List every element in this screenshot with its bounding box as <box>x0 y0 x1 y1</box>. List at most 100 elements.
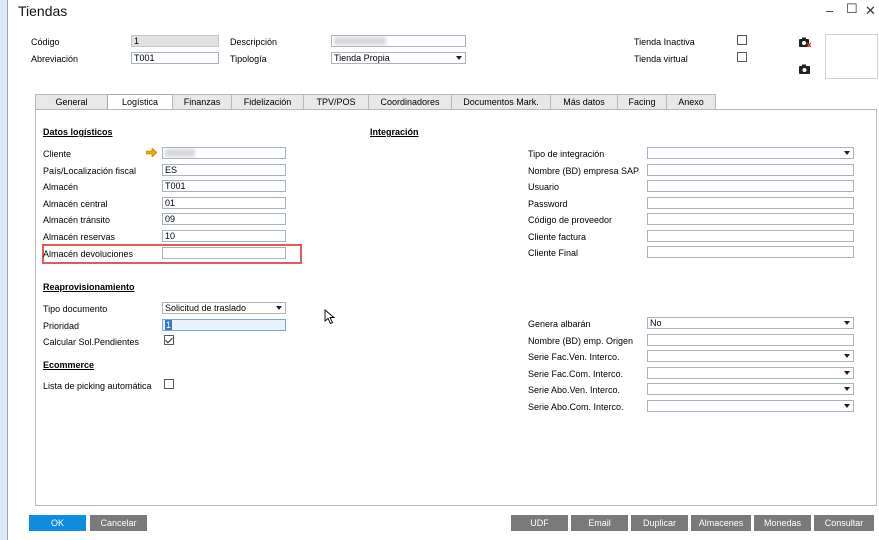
password-field[interactable] <box>647 197 854 209</box>
tiendas-window: Tiendas – ☐ ✕ Código 1 Abreviación T001 … <box>7 0 879 540</box>
tab-mas-datos[interactable]: Más datos <box>550 94 618 109</box>
close-icon[interactable]: ✕ <box>865 3 876 19</box>
serie-abo-ven-select[interactable] <box>647 383 854 395</box>
tipologia-label: Tipología <box>230 54 267 64</box>
serie-fac-com-label: Serie Fac.Com. Interco. <box>528 369 624 379</box>
tienda-virtual-label: Tienda virtual <box>634 54 688 64</box>
serie-fac-ven-label: Serie Fac.Ven. Interco. <box>528 352 620 362</box>
window-left-edge <box>0 0 7 540</box>
nombre-bd-field[interactable] <box>647 164 854 176</box>
almacen-transito-field[interactable]: 09 <box>162 213 286 225</box>
tab-finanzas[interactable]: Finanzas <box>172 94 232 109</box>
codigo-proveedor-label: Código de proveedor <box>528 215 613 225</box>
cliente-label: Cliente <box>43 149 72 159</box>
tab-fidelizacion[interactable]: Fidelización <box>231 94 304 109</box>
tipo-integracion-label: Tipo de integración <box>528 149 605 159</box>
tipo-integracion-select[interactable] <box>647 147 854 159</box>
tab-tpv-pos[interactable]: TPV/POS <box>303 94 369 109</box>
tab-general[interactable]: General <box>35 94 108 109</box>
tab-documentos-mark[interactable]: Documentos Mark. <box>451 94 551 109</box>
prioridad-field[interactable]: 1 <box>162 319 286 331</box>
monedas-button[interactable]: Monedas <box>754 515 811 531</box>
chevron-down-icon <box>456 56 462 60</box>
codigo-field[interactable]: 1 <box>131 35 219 47</box>
usuario-field[interactable] <box>647 180 854 192</box>
calcular-label: Calcular Sol.Pendientes <box>43 337 140 347</box>
camera-delete-icon[interactable] <box>799 37 811 47</box>
tipo-documento-select[interactable]: Solicitud de traslado <box>162 302 286 314</box>
tab-coordinadores[interactable]: Coordinadores <box>368 94 452 109</box>
section-datos-logisticos: Datos logísticos <box>43 127 113 137</box>
genera-albaran-select[interactable]: No <box>647 317 854 329</box>
tipo-documento-label: Tipo documento <box>43 304 108 314</box>
duplicar-button[interactable]: Duplicar <box>631 515 688 531</box>
almacen-transito-label: Almacén tránsito <box>43 215 111 225</box>
cliente-field[interactable] <box>162 147 286 159</box>
tab-facing[interactable]: Facing <box>617 94 667 109</box>
abreviacion-label: Abreviación <box>31 54 79 64</box>
calcular-checkbox[interactable] <box>164 335 174 345</box>
tienda-inactiva-label: Tienda Inactiva <box>634 37 695 47</box>
almacen-devoluciones-label: Almacén devoluciones <box>43 249 134 259</box>
almacen-reservas-field[interactable]: 10 <box>162 230 286 242</box>
tipo-documento-value: Solicitud de traslado <box>165 303 247 313</box>
almacen-central-label: Almacén central <box>43 199 108 209</box>
prioridad-value: 1 <box>165 320 173 330</box>
chevron-down-icon <box>844 404 850 408</box>
codigo-proveedor-field[interactable] <box>647 213 854 225</box>
section-integracion: Integración <box>370 127 419 137</box>
minimize-icon[interactable]: – <box>826 3 833 18</box>
nombre-emp-origen-label: Nombre (BD) emp. Origen <box>528 336 634 346</box>
store-photo <box>825 34 878 79</box>
nombre-emp-origen-field[interactable] <box>647 334 854 346</box>
serie-abo-com-select[interactable] <box>647 400 854 412</box>
abreviacion-field[interactable]: T001 <box>131 52 219 64</box>
section-reaprovisionamiento: Reaprovisionamiento <box>43 282 135 292</box>
chevron-down-icon <box>844 354 850 358</box>
chevron-down-icon <box>276 306 282 310</box>
serie-abo-com-label: Serie Abo.Com. Interco. <box>528 402 624 412</box>
genera-albaran-label: Genera albarán <box>528 319 591 329</box>
almacen-label: Almacén <box>43 182 79 192</box>
window-title: Tiendas <box>18 3 68 19</box>
camera-icon[interactable] <box>799 64 811 74</box>
pais-label: País/Localización fiscal <box>43 166 137 176</box>
maximize-icon[interactable]: ☐ <box>846 1 858 17</box>
udf-button[interactable]: UDF <box>511 515 568 531</box>
nombre-bd-label: Nombre (BD) empresa SAP <box>528 166 640 176</box>
section-ecommerce: Ecommerce <box>43 360 95 370</box>
link-arrow-icon[interactable] <box>146 148 157 157</box>
descripcion-field[interactable] <box>331 35 466 47</box>
tab-anexo[interactable]: Anexo <box>666 94 716 109</box>
cancelar-button[interactable]: Cancelar <box>90 515 147 531</box>
cliente-factura-field[interactable] <box>647 230 854 242</box>
almacen-field[interactable]: T001 <box>162 180 286 192</box>
descripcion-label: Descripción <box>230 37 278 47</box>
cliente-final-label: Cliente Final <box>528 248 579 258</box>
ok-button[interactable]: OK <box>29 515 86 531</box>
cliente-final-field[interactable] <box>647 246 854 258</box>
tipologia-value: Tienda Propia <box>334 53 390 63</box>
almacen-central-field[interactable]: 01 <box>162 197 286 209</box>
serie-fac-ven-select[interactable] <box>647 350 854 362</box>
chevron-down-icon <box>844 151 850 155</box>
serie-abo-ven-label: Serie Abo.Ven. Interco. <box>528 385 621 395</box>
almacenes-button[interactable]: Almacenes <box>691 515 751 531</box>
tienda-inactiva-checkbox[interactable] <box>737 35 747 45</box>
picking-checkbox[interactable] <box>164 379 174 389</box>
picking-label: Lista de picking automática <box>43 381 152 391</box>
serie-fac-com-select[interactable] <box>647 367 854 379</box>
almacen-devoluciones-field[interactable] <box>162 247 286 259</box>
email-button[interactable]: Email <box>571 515 628 531</box>
tipologia-select[interactable]: Tienda Propia <box>331 52 466 64</box>
cliente-factura-label: Cliente factura <box>528 232 587 242</box>
password-label: Password <box>528 199 568 209</box>
consultar-button[interactable]: Consultar <box>814 515 874 531</box>
almacen-reservas-label: Almacén reservas <box>43 232 116 242</box>
tienda-virtual-checkbox[interactable] <box>737 52 747 62</box>
chevron-down-icon <box>844 387 850 391</box>
codigo-label: Código <box>31 37 60 47</box>
tab-logistica[interactable]: Logística <box>107 94 173 110</box>
chevron-down-icon <box>844 371 850 375</box>
pais-field[interactable]: ES <box>162 164 286 176</box>
